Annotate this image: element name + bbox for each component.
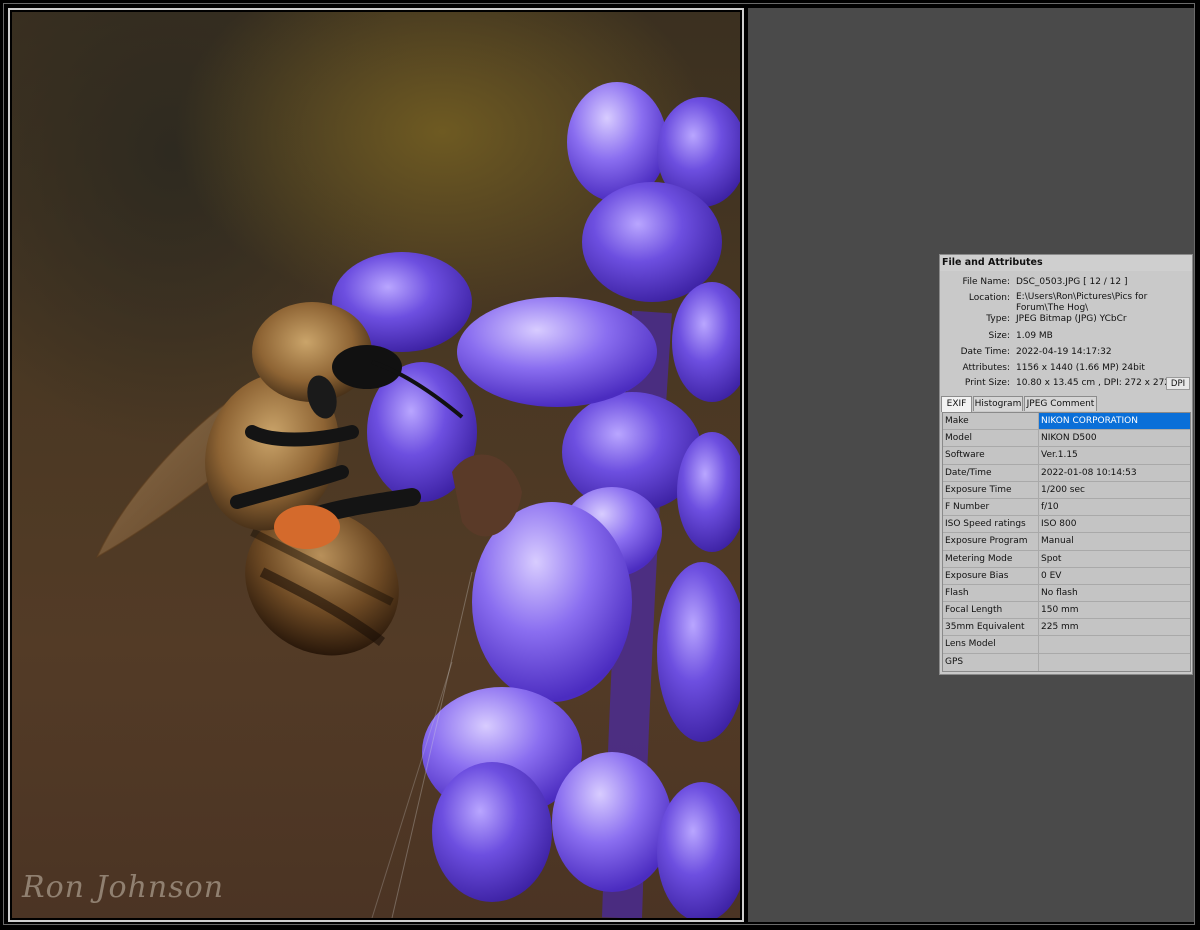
exif-key: Focal Length: [943, 602, 1039, 619]
table-row[interactable]: GPS: [943, 653, 1190, 671]
exif-key: Model: [943, 430, 1039, 447]
exif-value[interactable]: 150 mm: [1039, 602, 1190, 618]
table-row[interactable]: Software Ver.1.15: [943, 447, 1190, 465]
photographer-signature: Ron Johnson: [22, 870, 225, 905]
photo-viewer[interactable]: Ron Johnson: [12, 12, 740, 918]
table-row[interactable]: Focal Length 150 mm: [943, 602, 1190, 620]
tab-histogram[interactable]: Histogram: [973, 396, 1023, 411]
table-row[interactable]: Lens Model: [943, 636, 1190, 654]
tab-jpeg-comment[interactable]: JPEG Comment: [1024, 396, 1097, 411]
exif-value[interactable]: 225 mm: [1039, 619, 1190, 635]
attr-label: Type:: [986, 314, 1010, 324]
attr-value: 1156 x 1440 (1.66 MP) 24bit: [1016, 363, 1145, 373]
exif-key: GPS: [943, 653, 1039, 671]
tab-exif[interactable]: EXIF: [941, 396, 972, 412]
attr-value: 1.09 MB: [1016, 331, 1053, 341]
table-row[interactable]: F Number f/10: [943, 498, 1190, 517]
exif-key: ISO Speed ratings: [943, 516, 1039, 533]
attr-attributes: Attributes: 1156 x 1440 (1.66 MP) 24bit: [940, 361, 1192, 375]
exif-value[interactable]: No flash: [1039, 585, 1190, 601]
attr-date-time: Date Time: 2022-04-19 14:17:32: [940, 345, 1192, 359]
exif-value[interactable]: NIKON D500: [1039, 430, 1190, 446]
exif-value[interactable]: 1/200 sec: [1039, 482, 1190, 498]
exif-key: Lens Model: [943, 636, 1039, 653]
table-row[interactable]: Exposure Time 1/200 sec: [943, 481, 1190, 499]
attr-file-name: File Name: DSC_0503.JPG [ 12 / 12 ]: [940, 275, 1192, 289]
table-row[interactable]: 35mm Equivalent 225 mm: [943, 619, 1190, 637]
table-row[interactable]: Model NIKON D500: [943, 430, 1190, 448]
exif-key: F Number: [943, 498, 1039, 516]
attr-label: Print Size:: [964, 378, 1010, 388]
exif-key: Exposure Bias: [943, 567, 1039, 584]
exif-value[interactable]: [1039, 636, 1190, 652]
exif-value[interactable]: Spot: [1039, 551, 1190, 567]
dpi-button[interactable]: DPI: [1166, 377, 1190, 390]
attr-print-size: Print Size: 10.80 x 13.45 cm , DPI: 272 …: [940, 376, 1192, 390]
attr-value: DSC_0503.JPG [ 12 / 12 ]: [1016, 277, 1128, 287]
exif-key: Make: [943, 413, 1039, 430]
exif-key: Exposure Time: [943, 481, 1039, 498]
attr-label: Attributes:: [962, 363, 1010, 373]
panel-title: File and Attributes: [940, 255, 1192, 271]
table-row[interactable]: Date/Time 2022-01-08 10:14:53: [943, 464, 1190, 482]
attr-value: JPEG Bitmap (JPG) YCbCr: [1016, 314, 1127, 324]
table-row[interactable]: Exposure Bias 0 EV: [943, 567, 1190, 585]
file-attributes-panel: File and Attributes File Name: DSC_0503.…: [939, 254, 1193, 675]
attr-size: Size: 1.09 MB: [940, 329, 1192, 343]
table-row[interactable]: Flash No flash: [943, 584, 1190, 603]
exif-value[interactable]: f/10: [1039, 499, 1190, 515]
table-row[interactable]: Metering Mode Spot: [943, 550, 1190, 568]
exif-value[interactable]: ISO 800: [1039, 516, 1190, 532]
exif-value[interactable]: Ver.1.15: [1039, 447, 1190, 463]
attr-value: 2022-04-19 14:17:32: [1016, 347, 1112, 357]
exif-key: Metering Mode: [943, 550, 1039, 567]
exif-value[interactable]: Manual: [1039, 533, 1190, 549]
attr-label: Date Time:: [960, 347, 1010, 357]
attr-label: File Name:: [962, 277, 1010, 287]
exif-table[interactable]: Make NIKON CORPORATION Model NIKON D500 So…: [942, 412, 1191, 672]
exif-value[interactable]: 2022-01-08 10:14:53: [1039, 465, 1190, 481]
exif-key: Exposure Program: [943, 533, 1039, 550]
attr-value: 10.80 x 13.45 cm , DPI: 272 x 272: [1016, 378, 1171, 388]
exif-key: 35mm Equivalent: [943, 619, 1039, 636]
attr-type: Type: JPEG Bitmap (JPG) YCbCr: [940, 312, 1192, 326]
exif-key: Software: [943, 447, 1039, 464]
exif-key: Flash: [943, 584, 1039, 602]
table-row[interactable]: Exposure Program Manual: [943, 533, 1190, 551]
attr-label: Location:: [968, 293, 1010, 303]
exif-value[interactable]: 0 EV: [1039, 568, 1190, 584]
exif-key: Date/Time: [943, 464, 1039, 481]
exif-value[interactable]: [1039, 654, 1190, 671]
table-row[interactable]: Make NIKON CORPORATION: [943, 413, 1190, 431]
bee-on-flower-image: [95, 82, 740, 918]
attr-label: Size:: [988, 331, 1010, 341]
table-row[interactable]: ISO Speed ratings ISO 800: [943, 516, 1190, 534]
attr-value: E:\Users\Ron\Pictures\Pics for Forum\The…: [1016, 292, 1148, 313]
attr-location: Location: E:\Users\Ron\Pictures\Pics for…: [940, 291, 1192, 313]
exif-value[interactable]: NIKON CORPORATION: [1039, 413, 1190, 430]
